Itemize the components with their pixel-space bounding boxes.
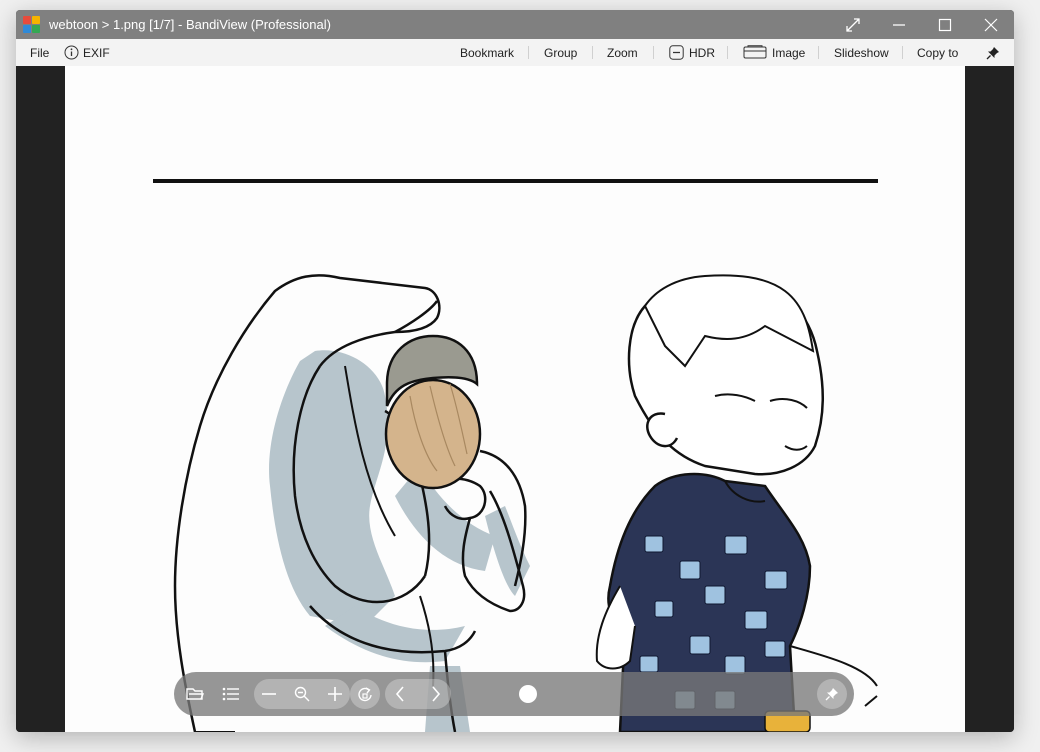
- hdr-toggle-icon: [669, 45, 684, 60]
- info-icon: [64, 45, 79, 60]
- zoom-fit-icon: [294, 686, 310, 702]
- rotate-button[interactable]: [350, 679, 380, 709]
- zoom-out-minus-icon: [262, 693, 276, 695]
- rotate-icon: [358, 687, 372, 702]
- maximize-button[interactable]: [922, 10, 968, 39]
- bandiview-window: webtoon > 1.png [1/7] - BandiView (Profe…: [16, 10, 1014, 732]
- close-icon: [984, 18, 998, 31]
- menu-group[interactable]: Group: [544, 39, 577, 66]
- floating-toolbar: [174, 672, 854, 716]
- menu-hdr[interactable]: HDR: [669, 39, 715, 66]
- menu-image[interactable]: Image: [743, 39, 805, 66]
- zoom-in-plus-icon: [328, 687, 342, 701]
- zoom-out-button[interactable]: [254, 679, 284, 709]
- menu-bar: File EXIF Bookmark Group Zoom HDR Image …: [16, 39, 1014, 67]
- menu-divider: [592, 46, 593, 59]
- title-bar[interactable]: webtoon > 1.png [1/7] - BandiView (Profe…: [16, 10, 1014, 39]
- zoom-fit-button[interactable]: [287, 679, 317, 709]
- close-button[interactable]: [968, 10, 1014, 39]
- zoom-in-button[interactable]: [320, 679, 350, 709]
- fullscreen-button[interactable]: [830, 10, 876, 39]
- menu-file[interactable]: File: [30, 39, 49, 66]
- maximize-icon: [938, 18, 952, 31]
- open-folder-button[interactable]: [180, 679, 210, 709]
- menu-divider: [902, 46, 903, 59]
- next-button[interactable]: [421, 679, 451, 709]
- menu-exif[interactable]: EXIF: [64, 39, 110, 66]
- previous-button[interactable]: [385, 679, 415, 709]
- next-icon: [432, 686, 441, 702]
- image-icon: [743, 45, 767, 59]
- menu-image-label: Image: [772, 45, 806, 60]
- window-title: webtoon > 1.png [1/7] - BandiView (Profe…: [49, 17, 331, 32]
- menu-divider: [818, 46, 819, 59]
- page-slider-knob[interactable]: [519, 685, 537, 703]
- menu-divider: [528, 46, 529, 59]
- image-viewer[interactable]: [16, 66, 1014, 732]
- webtoon-page: [65, 66, 965, 732]
- toolbar-pin-button[interactable]: [817, 679, 847, 709]
- menu-exif-label: EXIF: [83, 45, 110, 60]
- menu-slideshow[interactable]: Slideshow: [834, 39, 889, 66]
- menu-divider: [727, 46, 728, 59]
- pin-icon: [986, 46, 999, 59]
- previous-icon: [395, 686, 404, 702]
- webtoon-artwork: [153, 179, 878, 732]
- menu-divider: [653, 46, 654, 59]
- folder-open-icon: [186, 688, 204, 700]
- minimize-button[interactable]: [876, 10, 922, 39]
- bandiview-logo-icon: [23, 15, 41, 34]
- pin-button[interactable]: [986, 39, 1000, 66]
- menu-hdr-label: HDR: [689, 45, 715, 60]
- menu-zoom[interactable]: Zoom: [607, 39, 638, 66]
- expand-icon: [846, 17, 860, 32]
- minimize-icon: [893, 23, 905, 26]
- file-list-button[interactable]: [216, 679, 246, 709]
- list-icon: [222, 687, 239, 701]
- menu-copy-to[interactable]: Copy to: [917, 39, 958, 66]
- page-slider-track[interactable]: [519, 693, 809, 695]
- pin-icon: [825, 688, 838, 701]
- menu-bookmark[interactable]: Bookmark: [460, 39, 514, 66]
